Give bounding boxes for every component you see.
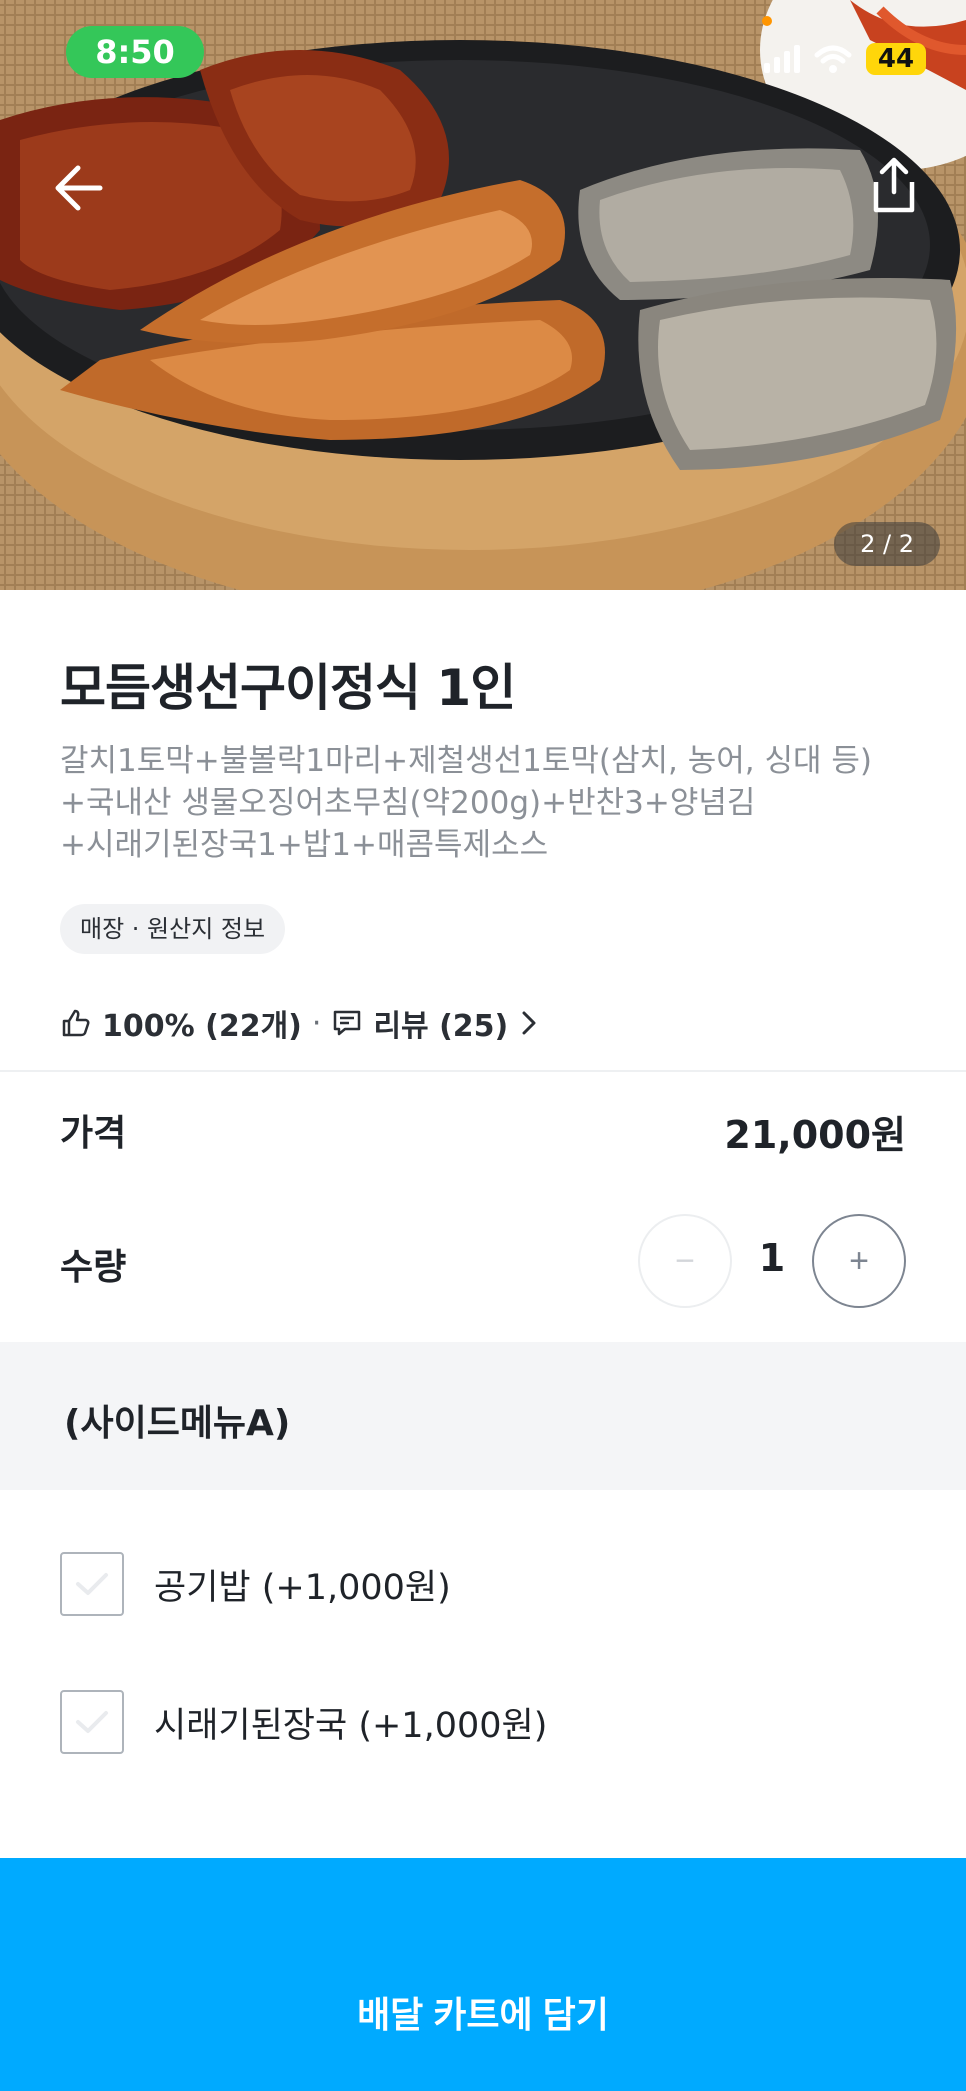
like-percentage: 100% (22개) — [102, 1009, 302, 1044]
comment-icon — [334, 1010, 361, 1036]
product-title: 모듬생선구이정식 1인 — [60, 659, 516, 717]
cellular-signal-icon — [764, 45, 800, 73]
back-button[interactable] — [48, 158, 108, 218]
image-page-counter: 2 / 2 — [834, 522, 940, 566]
option-checkbox[interactable] — [60, 1690, 124, 1754]
back-arrow-icon — [55, 165, 103, 211]
quantity-decrease-button[interactable]: − — [638, 1214, 732, 1308]
quantity-value: 1 — [758, 1236, 786, 1280]
thumbs-up-icon — [62, 1009, 90, 1037]
rating-review-row[interactable]: 100% (22개) · 리뷰 (25) — [60, 1002, 540, 1044]
product-description: 갈치1토막+불볼락1마리+제철생선1토막(삼치, 농어, 싱대 등) +국내산 … — [60, 740, 920, 866]
quantity-increase-button[interactable]: + — [812, 1214, 906, 1308]
price-value: 21,000원 — [724, 1113, 906, 1157]
food-photo — [0, 0, 966, 590]
review-count-link[interactable]: 리뷰 (25) — [373, 1001, 508, 1045]
option-label: 시래기된장국 (+1,000원) — [154, 1705, 548, 1746]
origin-info-button[interactable]: 매장 · 원산지 정보 — [60, 904, 286, 954]
checkmark-icon — [76, 1573, 108, 1595]
side-option-rice[interactable]: 공기밥 (+1,000원) — [60, 1552, 451, 1616]
recording-indicator-dot — [762, 16, 772, 26]
side-menu-section-header: (사이드메뉴A) — [0, 1342, 966, 1490]
side-option-soup[interactable]: 시래기된장국 (+1,000원) — [60, 1690, 547, 1754]
option-checkbox[interactable] — [60, 1552, 124, 1616]
side-menu-title: (사이드메뉴A) — [64, 1403, 291, 1444]
add-to-cart-button[interactable]: 배달 카트에 담기 — [0, 1858, 966, 2091]
battery-indicator: 44 — [866, 43, 926, 75]
share-icon — [873, 157, 915, 213]
description-line: 갈치1토막+불볼락1마리+제철생선1토막(삼치, 농어, 싱대 등) — [60, 743, 873, 779]
description-line: +시래기된장국1+밥1+매콤특제소스 — [60, 827, 549, 863]
option-label: 공기밥 (+1,000원) — [154, 1567, 451, 1608]
status-time: 8:50 — [66, 26, 204, 78]
checkmark-icon — [76, 1711, 108, 1733]
rating-separator: · — [311, 1005, 322, 1041]
status-icons: 44 — [764, 40, 926, 78]
share-button[interactable] — [862, 154, 926, 218]
section-divider — [0, 1070, 966, 1072]
quantity-label: 수량 — [60, 1247, 127, 1288]
product-image-carousel[interactable]: 8:50 44 2 / 2 — [0, 0, 966, 590]
price-label: 가격 — [60, 1113, 127, 1154]
wifi-icon — [814, 45, 852, 73]
description-line: +국내산 생물오징어초무침(약200g)+반찬3+양념김 — [60, 785, 756, 821]
chevron-right-icon — [522, 1011, 536, 1035]
